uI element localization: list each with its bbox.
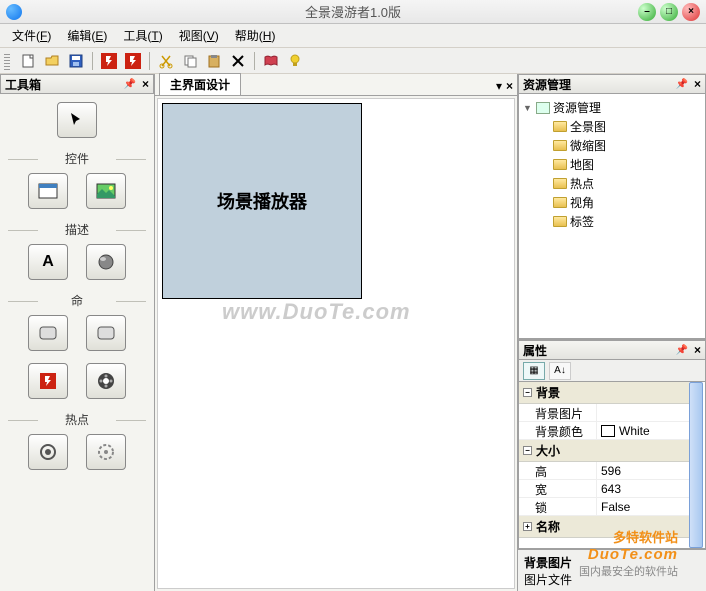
root-folder-icon [536,102,550,114]
pin-icon[interactable]: 📌 [124,79,136,90]
toolbar-grip[interactable] [4,52,10,70]
tool-rect[interactable] [28,315,68,351]
collapse-icon[interactable]: − [523,388,532,397]
new-button[interactable] [18,51,38,71]
expand-icon[interactable]: + [523,522,532,531]
menubar: 文件(F) 编辑(E) 工具(T) 视图(V) 帮助(H) [0,24,706,48]
tool-video[interactable] [86,363,126,399]
toolbox-title: 工具箱 [5,76,41,93]
folder-icon [553,178,567,189]
tree-item[interactable]: 微缩图 [553,136,701,155]
window-close-button[interactable]: × [682,3,700,21]
open-button[interactable] [42,51,62,71]
categorized-button[interactable]: ▦ [523,362,545,380]
folder-icon [553,159,567,170]
delete-button[interactable] [228,51,248,71]
close-icon[interactable]: × [694,343,701,357]
close-icon[interactable]: × [142,77,149,91]
category-row[interactable]: −大小 [519,440,689,462]
scene-player-object[interactable]: 场景播放器 [162,103,362,299]
designer-panel: 主界面设计 ▾ × 场景播放器 www.DuoTe.com [155,74,518,591]
property-row[interactable]: 宽643 [519,480,689,498]
idea-button[interactable] [285,51,305,71]
folder-icon [553,140,567,151]
tree-root-node[interactable]: ▼ 资源管理 [523,98,701,117]
menu-tools[interactable]: 工具(T) [115,24,170,47]
pin-icon[interactable]: 📌 [676,79,688,90]
tree-toggle-icon[interactable]: ▼ [523,103,533,113]
app-title: 全景漫游者1.0版 [305,2,401,21]
alphabetical-button[interactable]: A↓ [549,362,571,380]
properties-title: 属性 [523,342,547,359]
folder-icon [553,197,567,208]
titlebar: 全景漫游者1.0版 – □ × [0,0,706,24]
save-button[interactable] [66,51,86,71]
property-row[interactable]: 背景图片 [519,404,689,422]
category-row[interactable]: −背景 [519,382,689,404]
color-swatch[interactable] [601,425,615,437]
menu-edit[interactable]: 编辑(E) [59,24,115,47]
resources-tree: ▼ 资源管理 全景图 微缩图 地图 热点 视角 标签 [518,94,706,339]
toolbox-header: 工具箱 📌 × [0,74,154,94]
design-canvas[interactable]: 场景播放器 www.DuoTe.com [157,98,515,589]
tree-item[interactable]: 全景图 [553,117,701,136]
group-describe: 描述 [8,221,146,238]
tool-panel[interactable] [28,173,68,209]
paste-button[interactable] [204,51,224,71]
tool-target[interactable] [28,434,68,470]
tool-rect2[interactable] [86,315,126,351]
app-icon [6,4,22,20]
tab-dropdown-icon[interactable]: ▾ [496,79,502,93]
menu-view[interactable]: 视图(V) [171,24,227,47]
close-icon[interactable]: × [694,77,701,91]
resources-title: 资源管理 [523,76,571,93]
toolbar [0,48,706,74]
tree-item[interactable]: 热点 [553,174,701,193]
tab-main-design[interactable]: 主界面设计 [159,73,241,95]
resources-header: 资源管理 📌 × [518,74,706,94]
menu-help[interactable]: 帮助(H) [227,24,284,47]
toolbox-panel: 工具箱 📌 × 控件 描述 A 命 [0,74,155,591]
folder-icon [553,121,567,132]
group-hotspot: 热点 [8,411,146,428]
scrollbar[interactable] [689,382,703,548]
tree-item[interactable]: 地图 [553,155,701,174]
collapse-icon[interactable]: − [523,446,532,455]
properties-header: 属性 📌 × [518,340,706,360]
tab-close-icon[interactable]: × [506,79,513,93]
menu-file[interactable]: 文件(F) [4,24,59,47]
group-controls: 控件 [8,150,146,167]
flash-button[interactable] [99,51,119,71]
property-description: 背景图片 图片文件 [518,549,706,591]
cut-button[interactable] [156,51,176,71]
property-row[interactable]: 高596 [519,462,689,480]
tree-item[interactable]: 视角 [553,193,701,212]
property-row[interactable]: 锁False [519,498,689,516]
tool-target2[interactable] [86,434,126,470]
window-maximize-button[interactable]: □ [660,3,678,21]
book-button[interactable] [261,51,281,71]
property-row[interactable]: 背景颜色White [519,422,689,440]
pin-icon[interactable]: 📌 [676,345,688,356]
properties-grid: −背景 背景图片 背景颜色White −大小 高596 宽643 锁False … [518,382,706,549]
watermark: www.DuoTe.com [222,299,411,325]
tree-item[interactable]: 标签 [553,212,701,231]
category-row[interactable]: +名称 [519,516,689,538]
tool-pointer[interactable] [57,102,97,138]
window-minimize-button[interactable]: – [638,3,656,21]
copy-button[interactable] [180,51,200,71]
tool-flash[interactable] [28,363,68,399]
properties-panel: 属性 📌 × ▦ A↓ −背景 背景图片 背景颜色White −大小 高596 … [518,339,706,591]
tool-image[interactable] [86,173,126,209]
tool-sphere[interactable] [86,244,126,280]
group-ming: 命 [8,292,146,309]
tool-text[interactable]: A [28,244,68,280]
flash-alt-button[interactable] [123,51,143,71]
folder-icon [553,216,567,227]
